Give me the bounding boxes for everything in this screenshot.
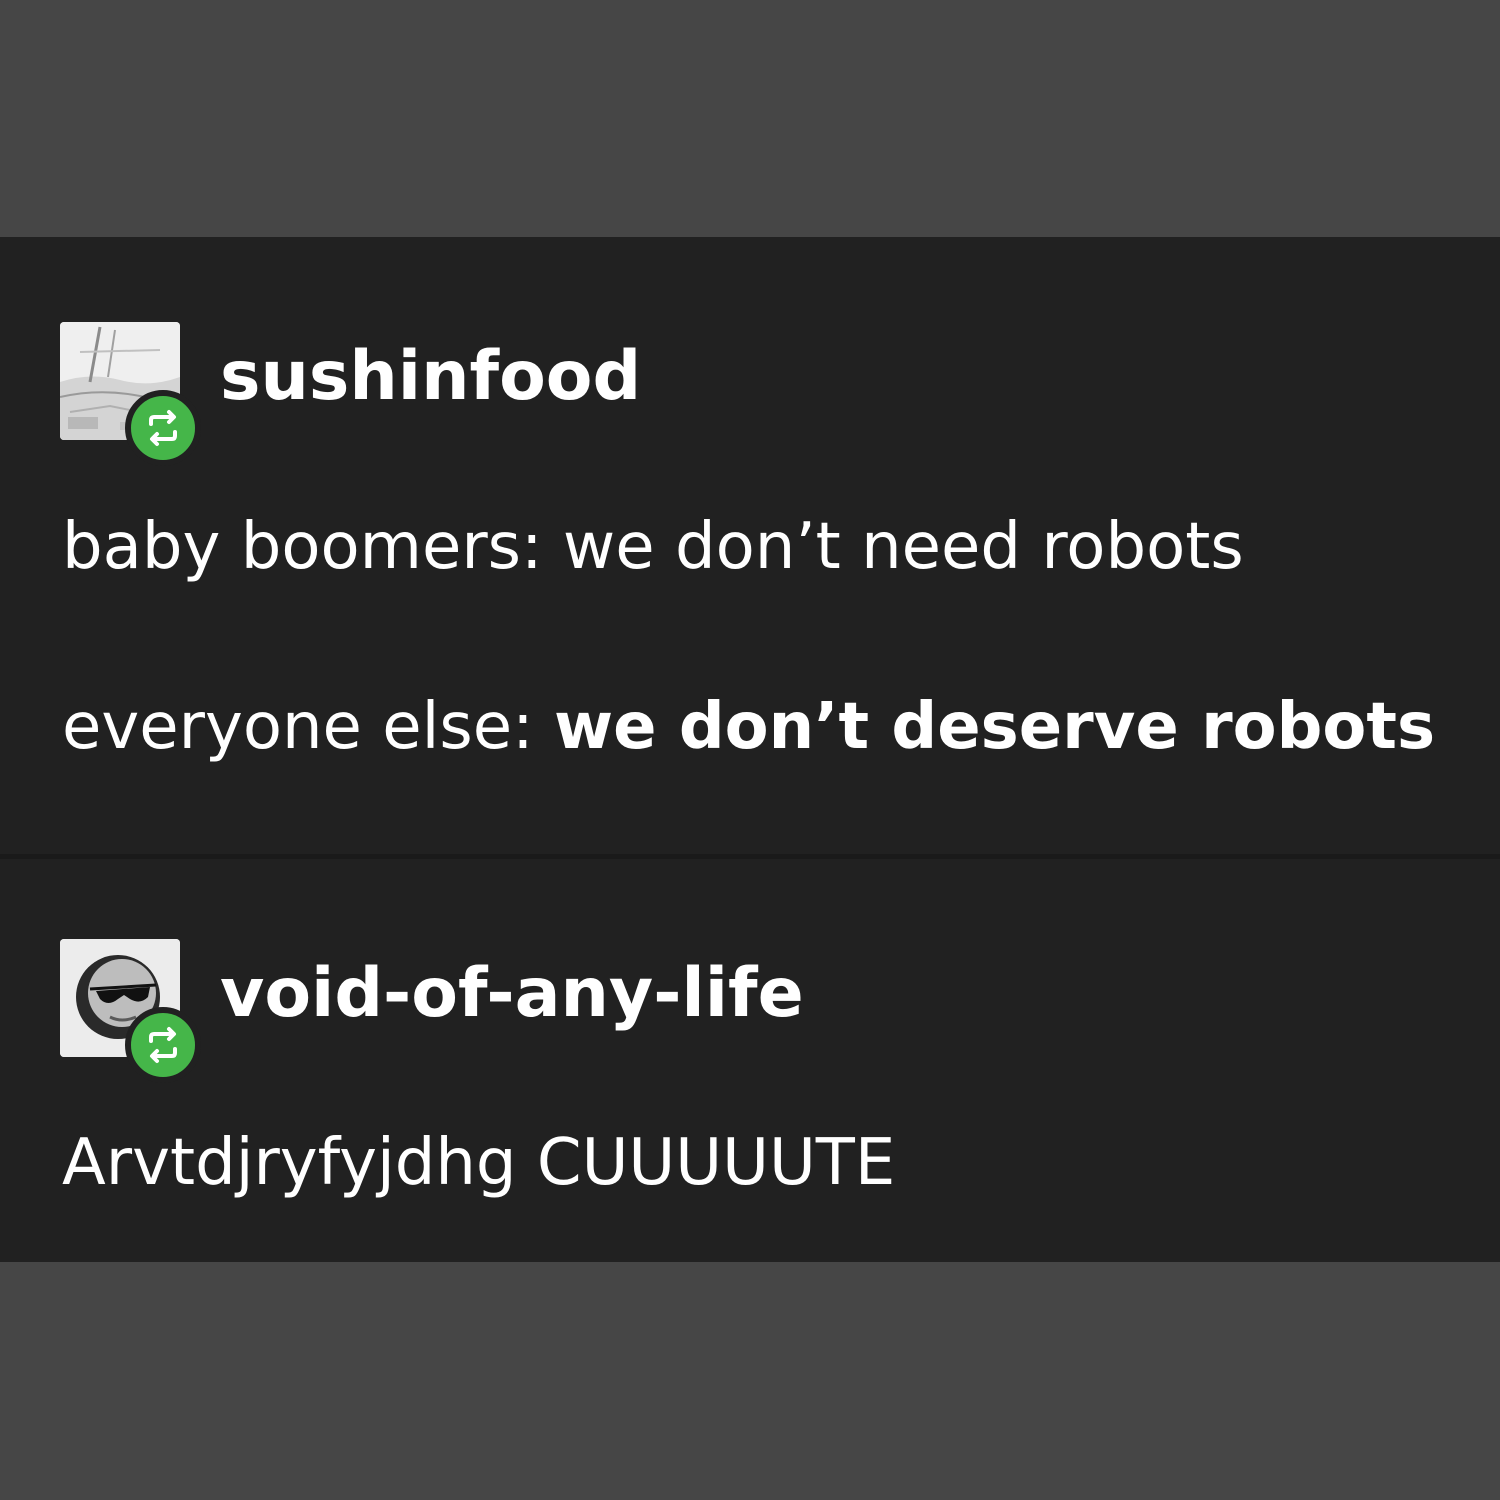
reblog-icon: [125, 390, 201, 466]
post-sushinfood: sushinfood baby boomers: we don’t need r…: [0, 237, 1500, 854]
screenshot-page: sushinfood baby boomers: we don’t need r…: [0, 0, 1500, 1500]
reblog-icon: [125, 1007, 201, 1083]
post-text: Arvtdjryfyjdhg CUUUUUTE: [62, 1126, 896, 1200]
post-text-line: baby boomers: we don’t need robots: [62, 507, 1244, 587]
post-text: everyone else:: [62, 690, 555, 764]
username-link[interactable]: sushinfood: [220, 337, 641, 417]
post-thread-card: sushinfood baby boomers: we don’t need r…: [0, 237, 1500, 1262]
post-text-line: Arvtdjryfyjdhg CUUUUUTE: [62, 1123, 895, 1203]
post-void-of-any-life: void-of-any-life Arvtdjryfyjdhg CUUUUUTE: [0, 859, 1500, 1262]
post-text-line: everyone else: we don’t deserve robots: [62, 687, 1435, 767]
post-text-bold: we don’t deserve robots: [554, 690, 1436, 764]
username-link[interactable]: void-of-any-life: [220, 954, 804, 1034]
post-text: baby boomers: we don’t need robots: [62, 510, 1244, 584]
